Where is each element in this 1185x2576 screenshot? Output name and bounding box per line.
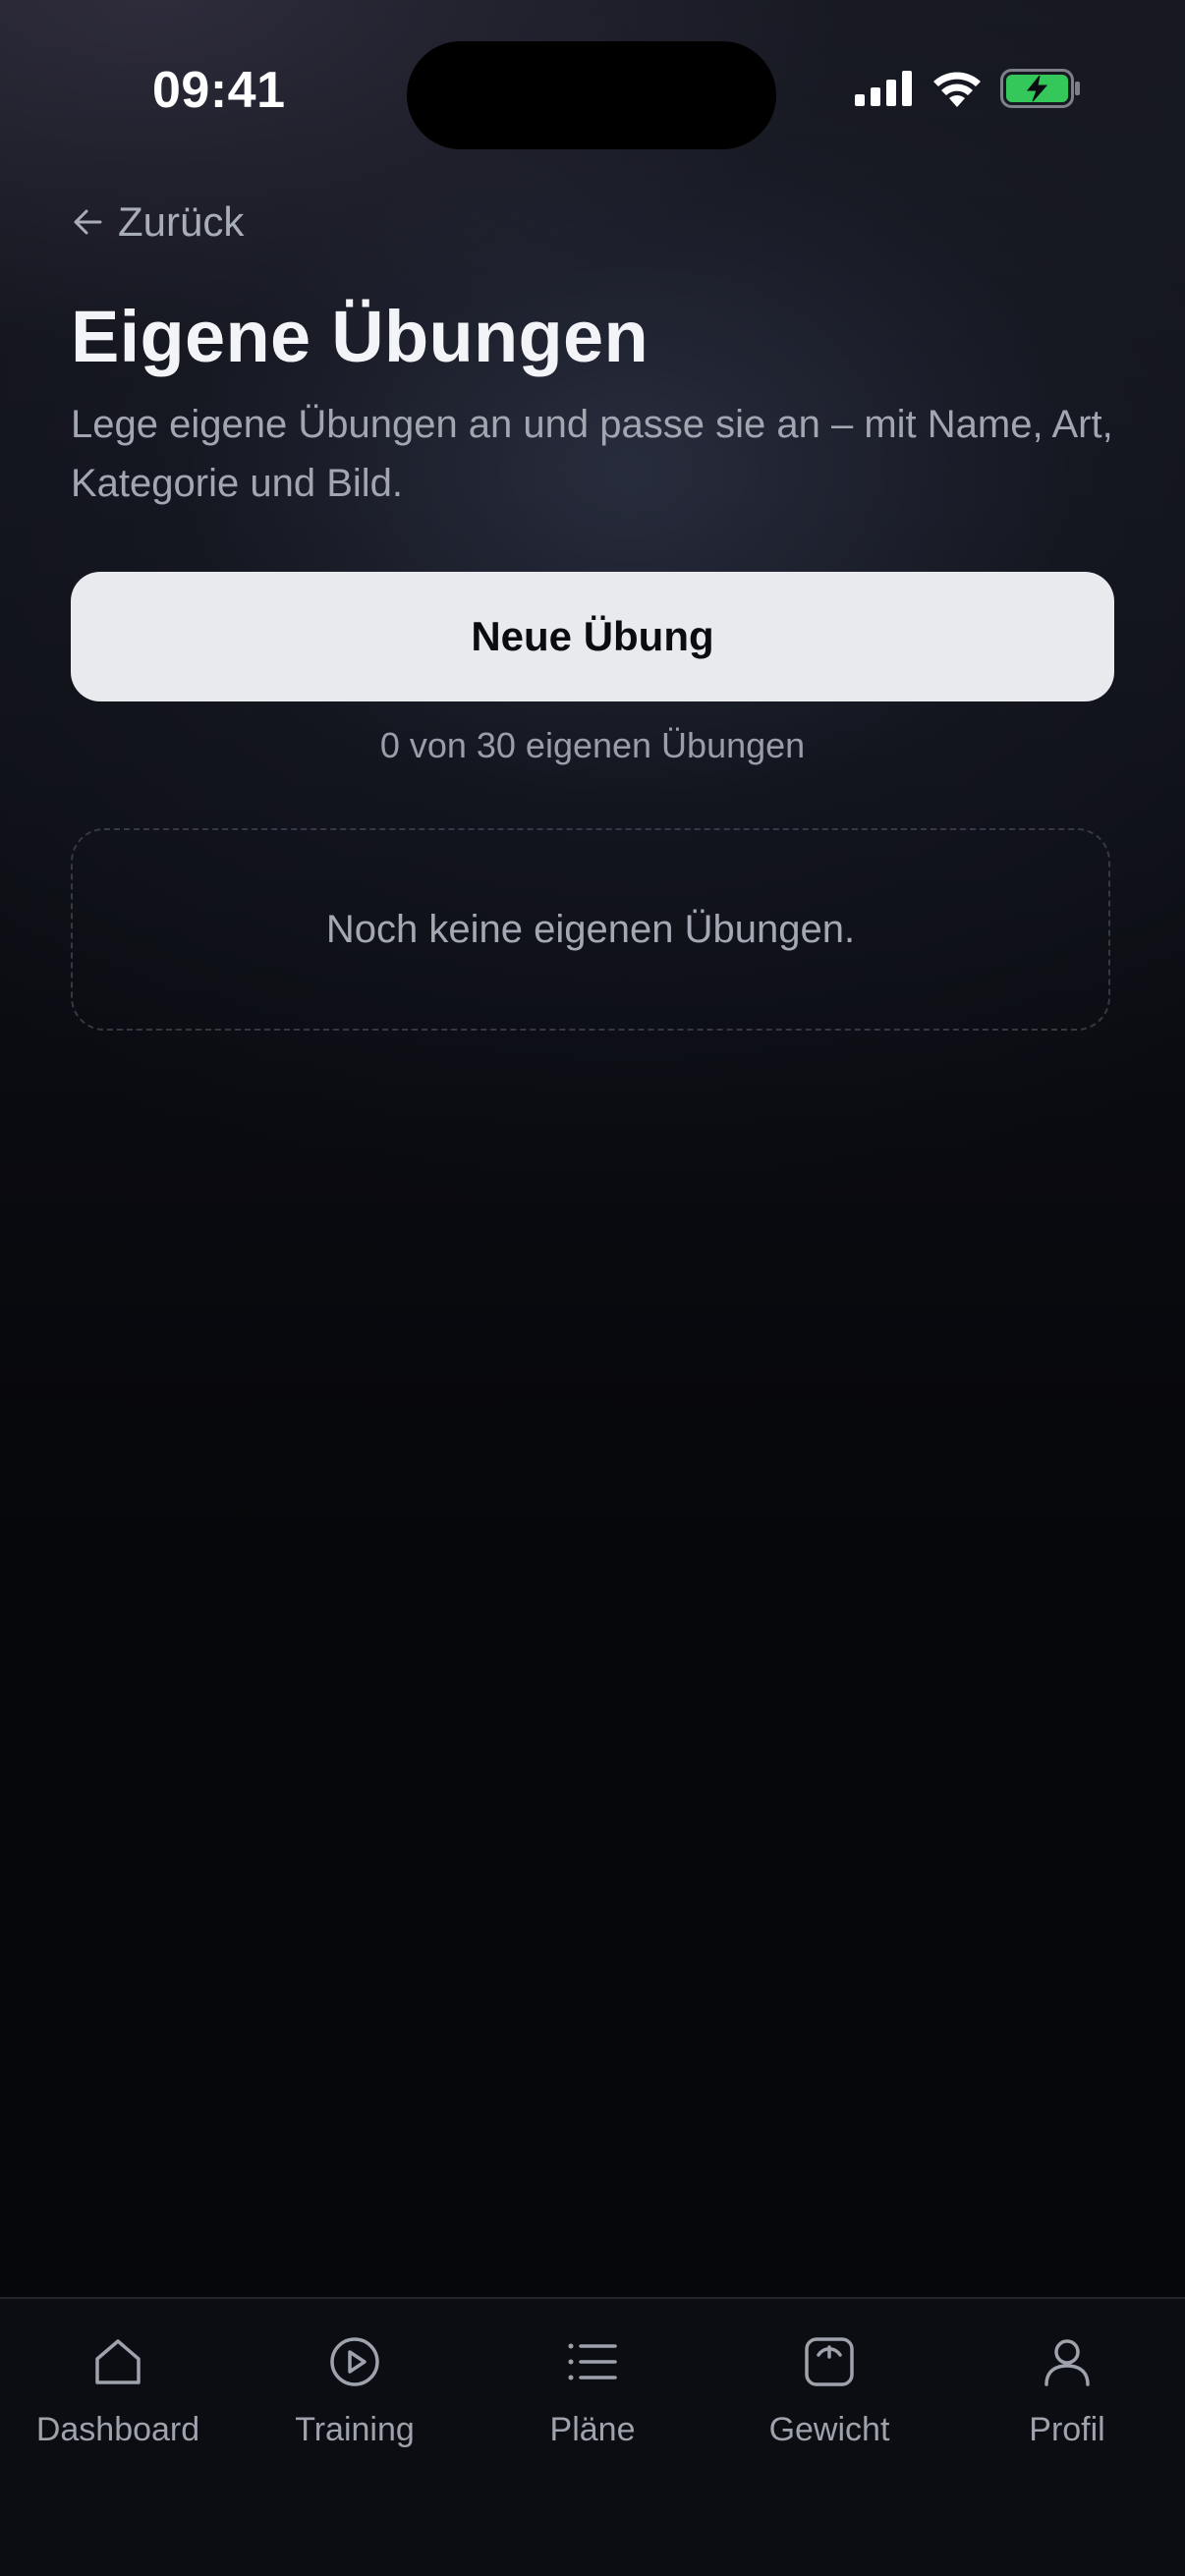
page-subtitle: Lege eigene Übungen an und passe sie an …: [71, 403, 1113, 505]
tab-profil[interactable]: Profil: [949, 2332, 1185, 2449]
screen: 09:41 Zurück Eigene Übungen Lege eigene …: [0, 0, 1185, 2576]
tab-label-profil: Profil: [1029, 2411, 1105, 2448]
cellular-signal-icon: [855, 71, 912, 106]
home-icon: [88, 2332, 147, 2391]
tab-training[interactable]: Training: [237, 2332, 473, 2449]
page-title: Eigene Übungen: [71, 296, 649, 377]
user-icon: [1038, 2332, 1097, 2391]
tab-dashboard[interactable]: Dashboard: [0, 2332, 236, 2449]
status-icons: [855, 69, 1081, 108]
tab-label-gewicht: Gewicht: [768, 2411, 890, 2448]
list-icon: [563, 2332, 622, 2391]
empty-state: Noch keine eigenen Übungen.: [71, 828, 1110, 1031]
empty-state-message: Noch keine eigenen Übungen.: [325, 907, 856, 951]
arrow-left-icon: [74, 209, 102, 235]
dynamic-island: [407, 41, 776, 149]
tab-plaene[interactable]: Pläne: [475, 2332, 710, 2449]
play-circle-icon: [325, 2332, 384, 2391]
tab-bar: Dashboard Training Pläne Gewicht Profil: [0, 2297, 1185, 2576]
back-link[interactable]: Zurück: [71, 198, 244, 246]
new-exercise-button[interactable]: Neue Übung: [71, 572, 1114, 701]
tab-label-plaene: Pläne: [549, 2411, 636, 2448]
exercise-count: 0 von 30 eigenen Übungen: [379, 725, 806, 765]
battery-charging-icon: [1000, 69, 1080, 108]
tab-gewicht[interactable]: Gewicht: [711, 2332, 947, 2449]
back-label: Zurück: [118, 198, 245, 245]
scale-icon: [800, 2332, 859, 2391]
tab-label-dashboard: Dashboard: [35, 2411, 200, 2448]
status-time: 09:41: [152, 62, 286, 119]
tab-label-training: Training: [295, 2411, 415, 2448]
wifi-icon: [933, 72, 981, 107]
